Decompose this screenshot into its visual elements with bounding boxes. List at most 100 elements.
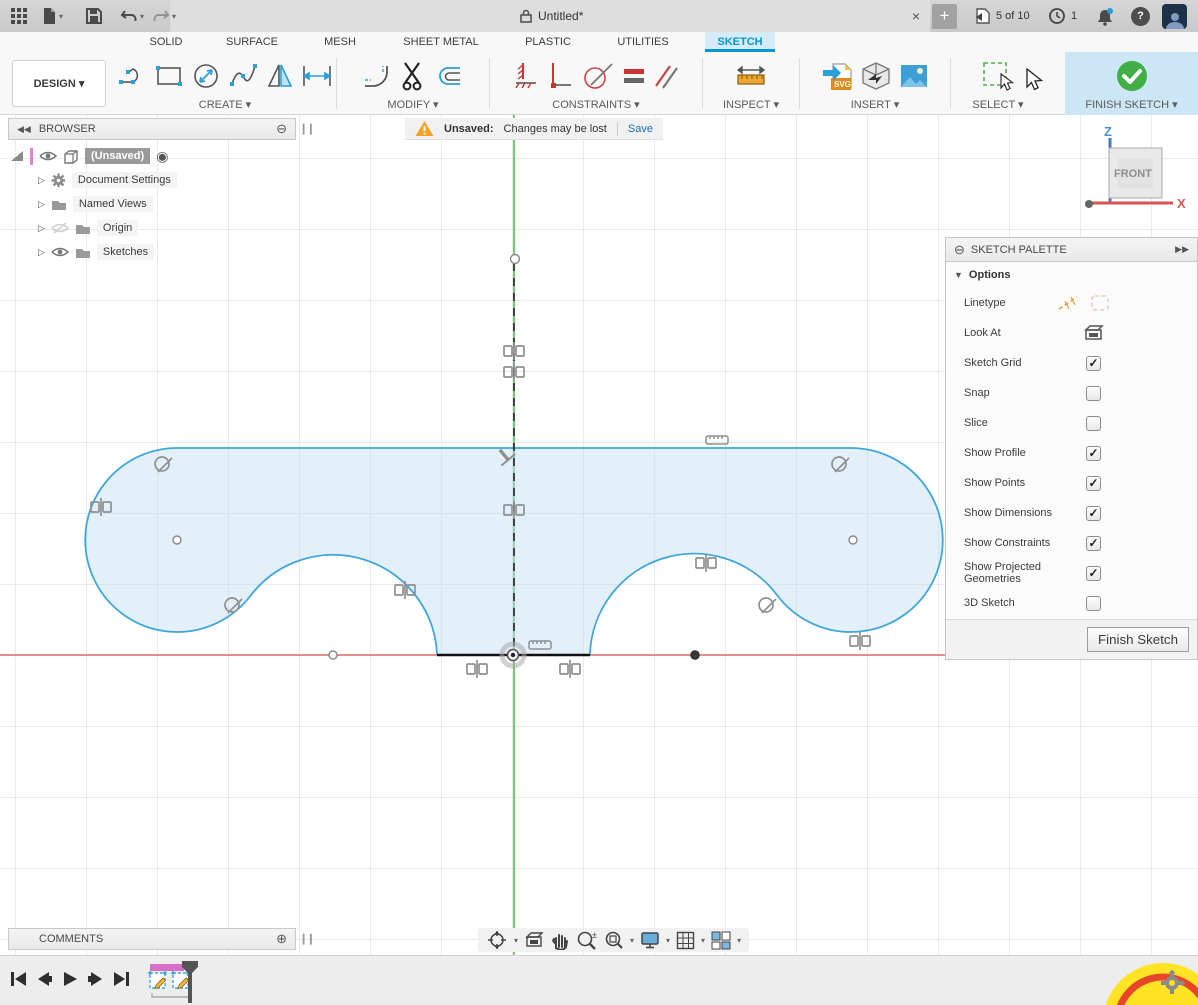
tab-sheet-metal[interactable]: SHEET METAL	[394, 32, 488, 52]
grid-settings-icon[interactable]	[676, 931, 695, 950]
palette-header[interactable]: ⊖ SKETCH PALETTE ▶▶	[946, 238, 1197, 262]
browser-resize-handle[interactable]: ❙❙	[299, 122, 313, 135]
select-tool-icon[interactable]	[981, 60, 1015, 92]
show-dimensions-checkbox[interactable]: ✓	[1086, 506, 1101, 521]
create-menu-label[interactable]: CREATE ▾	[199, 98, 251, 115]
modify-menu-label[interactable]: MODIFY ▾	[387, 98, 438, 115]
look-at-icon[interactable]	[524, 931, 544, 949]
root-document-label[interactable]: (Unsaved)	[85, 148, 150, 164]
coincident-constraint-icon[interactable]	[548, 61, 574, 91]
viewports-icon[interactable]	[711, 931, 731, 950]
fit-zoom-icon[interactable]	[604, 930, 624, 950]
job-status[interactable]: 5 of 10	[975, 0, 1030, 32]
parallel-constraint-icon[interactable]	[653, 62, 679, 90]
tab-solid[interactable]: SOLID	[140, 32, 192, 52]
undo-button[interactable]: ▾	[120, 4, 144, 28]
insert-canvas-icon[interactable]	[899, 63, 929, 89]
redo-button[interactable]: ▾	[152, 4, 176, 28]
expand-arrow-icon[interactable]: ▷	[38, 175, 45, 186]
step-forward-icon[interactable]	[87, 970, 104, 988]
browser-item-document-settings[interactable]: ▷ Document Settings	[38, 170, 177, 190]
show-profile-checkbox[interactable]: ✓	[1086, 446, 1101, 461]
comments-resize-handle[interactable]: ❙❙	[299, 932, 313, 945]
show-points-checkbox[interactable]: ✓	[1086, 476, 1101, 491]
expand-triangle-icon[interactable]	[10, 150, 24, 162]
insert-menu-label[interactable]: INSERT ▾	[851, 98, 900, 115]
show-constraints-checkbox[interactable]: ✓	[1086, 536, 1101, 551]
browser-item-origin[interactable]: ▷ Origin	[38, 218, 138, 238]
offset-tool-icon[interactable]	[434, 63, 464, 89]
insert-svg-icon[interactable]: SVG	[821, 60, 853, 92]
play-icon[interactable]	[62, 970, 78, 988]
tab-utilities[interactable]: UTILITIES	[608, 32, 678, 52]
line-tool-icon[interactable]	[118, 62, 148, 90]
new-tab-button[interactable]: +	[932, 4, 957, 29]
visibility-eye-icon[interactable]	[51, 246, 69, 258]
mirror-tool-icon[interactable]	[266, 62, 294, 90]
display-settings-icon[interactable]	[640, 931, 660, 949]
inspect-menu-label[interactable]: INSPECT ▾	[723, 98, 779, 115]
help-icon[interactable]: ?	[1131, 7, 1150, 26]
browser-minus-icon[interactable]: ⊖	[276, 121, 287, 137]
avatar[interactable]	[1162, 4, 1187, 29]
tab-surface[interactable]: SURFACE	[220, 32, 284, 52]
browser-item-label[interactable]: Origin	[97, 220, 138, 236]
browser-item-label[interactable]: Document Settings	[72, 172, 177, 188]
sketch-feature-icon[interactable]	[149, 972, 167, 989]
expand-arrow-icon[interactable]: ▷	[38, 223, 45, 234]
slice-checkbox[interactable]	[1086, 416, 1101, 431]
expand-arrow-icon[interactable]: ▷	[38, 199, 45, 210]
viewcube-face-label[interactable]: FRONT	[1114, 168, 1152, 180]
browser-item-named-views[interactable]: ▷ Named Views	[38, 194, 153, 214]
step-back-icon[interactable]	[36, 970, 53, 988]
finish-sketch-check-icon[interactable]	[1115, 59, 1149, 93]
palette-expand-icon[interactable]: ▶▶	[1175, 244, 1189, 255]
rectangle-tool-icon[interactable]	[155, 62, 185, 90]
equal-constraint-icon[interactable]	[622, 65, 646, 87]
view-cube[interactable]: Z FRONT X	[1080, 120, 1198, 215]
sketch-grid-checkbox[interactable]: ✓	[1086, 356, 1101, 371]
skip-to-start-icon[interactable]	[10, 970, 27, 988]
fillet-tool-icon[interactable]	[362, 62, 392, 90]
close-tab-button[interactable]: ×	[906, 6, 926, 26]
save-link[interactable]: Save	[628, 123, 653, 135]
select-menu-label[interactable]: SELECT ▾	[972, 98, 1023, 115]
constraints-menu-label[interactable]: CONSTRAINTS ▾	[552, 98, 639, 115]
options-section-header[interactable]: ▼Options	[946, 262, 1197, 288]
browser-panel-header[interactable]: ◀◀ BROWSER ⊖	[8, 118, 296, 140]
construction-linetype-icon[interactable]	[1057, 293, 1081, 313]
tangent-constraint-icon[interactable]	[581, 61, 615, 91]
tab-sketch[interactable]: SKETCH	[705, 32, 775, 52]
bell-icon[interactable]	[1096, 0, 1114, 32]
app-grid-icon[interactable]	[10, 4, 28, 28]
design-workspace-button[interactable]: DESIGN ▾	[12, 60, 106, 107]
3d-sketch-checkbox[interactable]	[1086, 596, 1101, 611]
browser-collapse-icon[interactable]: ◀◀	[17, 124, 31, 135]
expand-arrow-icon[interactable]: ▷	[38, 247, 45, 258]
activate-radio-icon[interactable]: ◉	[156, 148, 168, 165]
timeline-position-slider[interactable]	[180, 961, 200, 1005]
tab-plastic[interactable]: PLASTIC	[518, 32, 578, 52]
file-menu-button[interactable]: ▾	[42, 4, 63, 28]
tab-mesh[interactable]: MESH	[314, 32, 366, 52]
orbit-icon[interactable]	[486, 930, 508, 950]
show-projected-geometries-checkbox[interactable]: ✓	[1086, 566, 1101, 581]
horizontal-vertical-constraint-icon[interactable]	[513, 61, 541, 91]
palette-minus-icon[interactable]: ⊖	[954, 242, 965, 258]
browser-root-row[interactable]: (Unsaved) ◉	[10, 146, 168, 166]
visibility-eye-icon[interactable]	[39, 150, 57, 162]
dimension-tool-icon[interactable]	[301, 62, 333, 90]
circle-tool-icon[interactable]	[192, 62, 222, 90]
insert-mesh-icon[interactable]	[860, 60, 892, 92]
finish-sketch-label[interactable]: FINISH SKETCH ▾	[1085, 98, 1177, 115]
browser-item-label[interactable]: Named Views	[73, 196, 153, 212]
trim-tool-icon[interactable]	[399, 61, 427, 91]
notification-center[interactable]: 1	[1048, 0, 1077, 32]
browser-item-sketches[interactable]: ▷ Sketches	[38, 242, 154, 262]
look-at-icon[interactable]	[1083, 324, 1105, 342]
pan-hand-icon[interactable]	[550, 930, 570, 950]
snap-checkbox[interactable]	[1086, 386, 1101, 401]
projected-linetype-icon[interactable]	[1089, 293, 1113, 313]
browser-item-label[interactable]: Sketches	[97, 244, 154, 260]
finish-sketch-button[interactable]: Finish Sketch	[1087, 627, 1189, 652]
